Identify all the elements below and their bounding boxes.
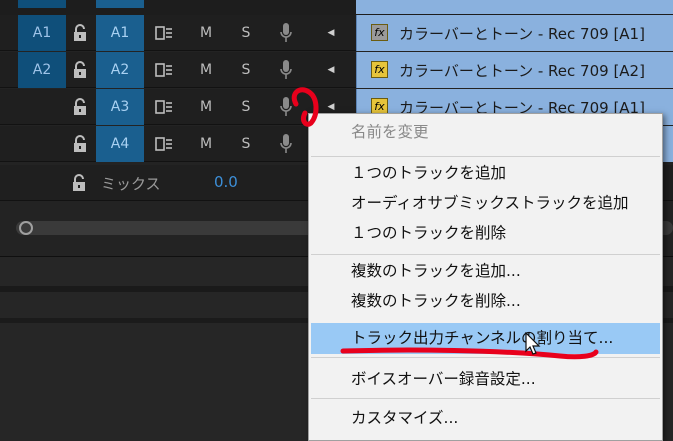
mouse-cursor [525, 332, 541, 355]
red-annotation-marks [291, 87, 599, 360]
